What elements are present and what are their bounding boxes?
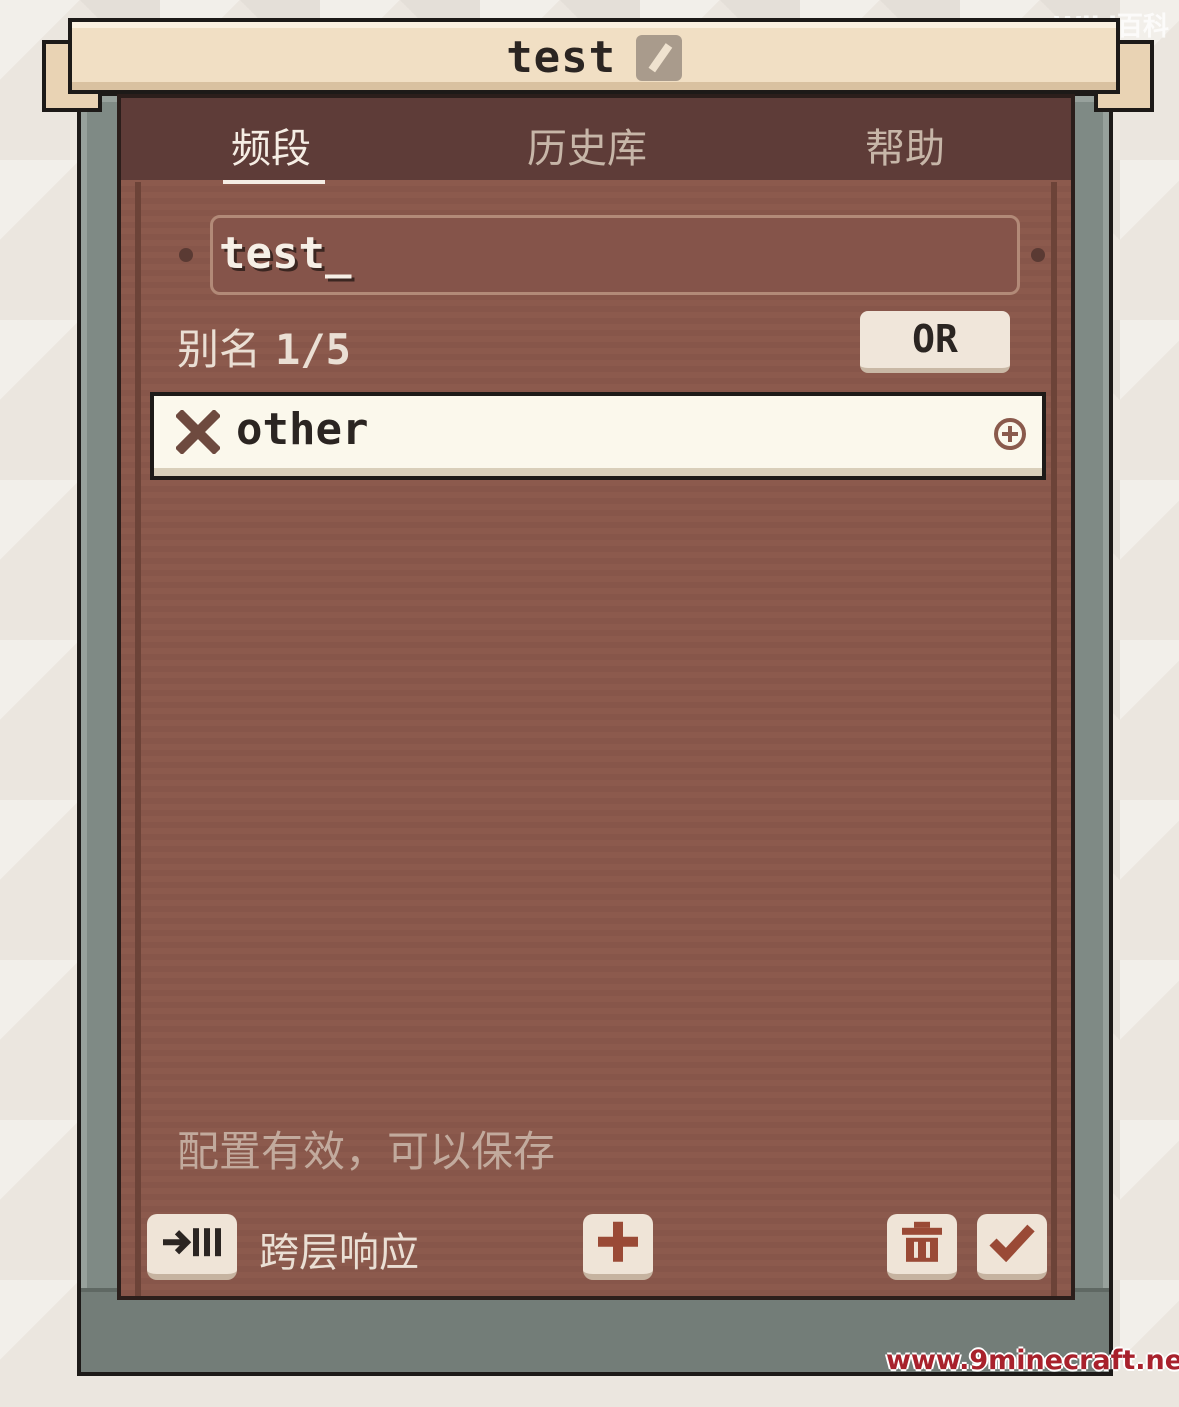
- list-item-label: other: [236, 404, 369, 455]
- tab-frequency[interactable]: 频段: [223, 116, 325, 184]
- delete-button[interactable]: [887, 1214, 957, 1280]
- or-toggle-label: OR: [912, 317, 958, 361]
- trash-icon: [902, 1221, 942, 1262]
- title-ribbon: test: [68, 18, 1120, 94]
- window-title: test: [506, 32, 617, 83]
- add-button[interactable]: [583, 1214, 653, 1280]
- cross-layer-icon: [163, 1228, 221, 1257]
- or-toggle-button[interactable]: OR: [860, 311, 1010, 373]
- list-item[interactable]: other: [150, 392, 1046, 480]
- input-right-rivet: [1031, 248, 1045, 262]
- panel-rail-right: [1051, 182, 1057, 1296]
- check-icon: [989, 1224, 1035, 1262]
- tab-bar: 频段 历史库 帮助: [121, 98, 1071, 184]
- cross-layer-toggle[interactable]: [147, 1214, 237, 1280]
- frequency-input-value: test_: [219, 228, 352, 279]
- remove-icon[interactable]: [176, 410, 220, 454]
- tab-help[interactable]: 帮助: [865, 116, 945, 174]
- locate-icon[interactable]: [992, 416, 1028, 452]
- alias-label: 别名: [177, 325, 262, 374]
- status-message: 配置有效，可以保存: [177, 1127, 556, 1176]
- watermark-bottom: www.9minecraft.net: [886, 1345, 1179, 1376]
- frequency-input[interactable]: test_: [210, 215, 1020, 295]
- rename-button[interactable]: [635, 34, 682, 81]
- plus-icon: [598, 1221, 638, 1262]
- panel-rail-left: [135, 182, 141, 1296]
- cross-layer-label: 跨层响应: [259, 1230, 419, 1276]
- confirm-button[interactable]: [977, 1214, 1047, 1280]
- tab-history[interactable]: 历史库: [527, 116, 647, 174]
- input-left-rivet: [179, 248, 193, 262]
- alias-counter: 别名 1/5: [177, 316, 351, 377]
- main-panel: 频段 历史库 帮助 test_ 别名 1/5 OR other 配置有效，可以保存: [117, 94, 1075, 1300]
- alias-count: 1/5: [275, 325, 351, 374]
- pencil-icon: [648, 42, 673, 72]
